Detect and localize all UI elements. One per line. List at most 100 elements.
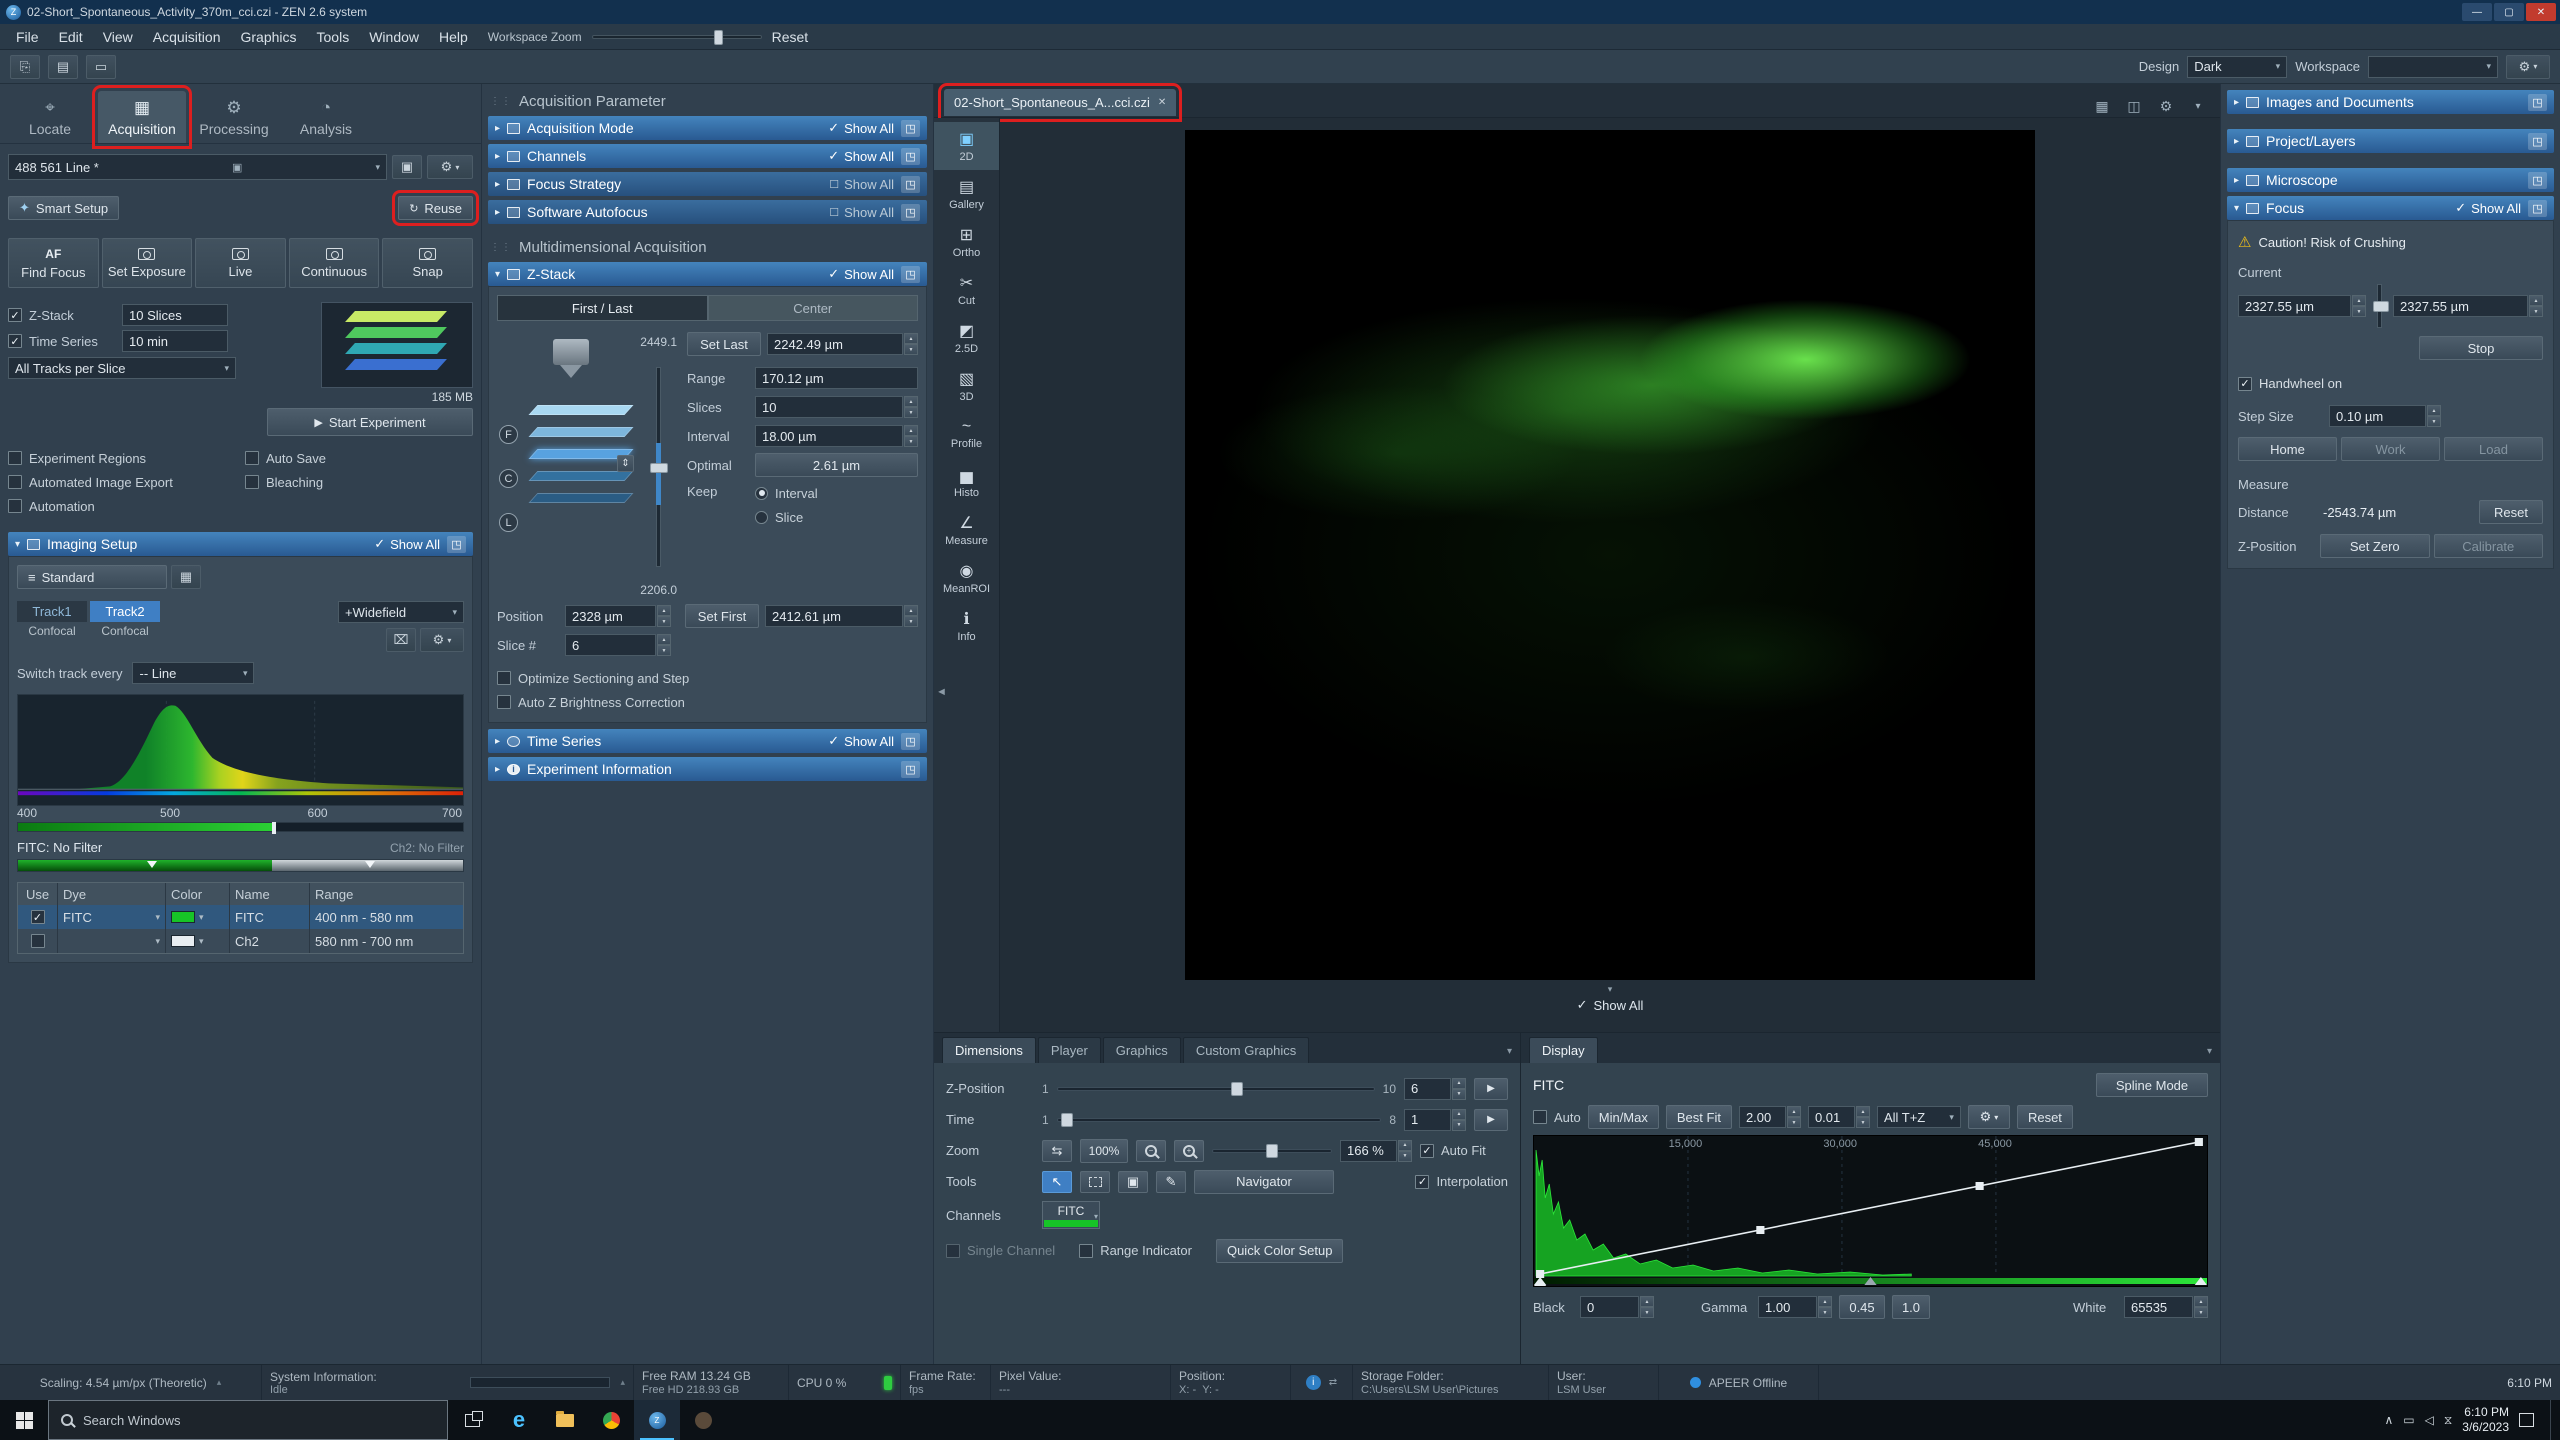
- set-zero-button[interactable]: Set Zero: [2320, 534, 2430, 558]
- tracks-per-slice-dropdown[interactable]: All Tracks per Slice: [8, 357, 236, 379]
- distance-reset-button[interactable]: Reset: [2479, 500, 2543, 524]
- popout-icon[interactable]: ◳: [901, 203, 920, 221]
- cursor-tool-button[interactable]: ↖: [1042, 1170, 1072, 1193]
- menu-edit[interactable]: Edit: [49, 27, 93, 47]
- menu-help[interactable]: Help: [429, 27, 478, 47]
- set-first-spinner[interactable]: 2412.61 µm: [765, 605, 918, 627]
- popout-icon[interactable]: ◳: [901, 760, 920, 778]
- single-channel-checkbox[interactable]: [946, 1243, 960, 1258]
- zposition-spinner[interactable]: 6: [1404, 1077, 1466, 1100]
- tab-processing[interactable]: ⚙ Processing: [190, 91, 278, 143]
- track-gear-button[interactable]: ⚙ ▾: [420, 628, 464, 652]
- tab-analysis[interactable]: ◔ Analysis: [282, 91, 370, 143]
- view-info[interactable]: ℹ Info: [934, 602, 999, 650]
- tray-network-icon[interactable]: ⧖: [2444, 1413, 2452, 1428]
- popout-icon[interactable]: ◳: [901, 175, 920, 193]
- set-exposure-button[interactable]: Set Exposure: [101, 238, 193, 288]
- gamma-spinner[interactable]: 1.00: [1758, 1296, 1832, 1318]
- calibrate-button[interactable]: Calibrate: [2433, 534, 2543, 558]
- optimize-sectioning-checkbox[interactable]: [497, 671, 511, 685]
- target-z-spinner[interactable]: 2327.55 µm: [2393, 295, 2543, 317]
- dropdown-icon[interactable]: ▾: [1507, 1046, 1512, 1063]
- splitter-collapse-icon[interactable]: ◄: [936, 686, 947, 698]
- set-first-button[interactable]: Set First: [685, 604, 759, 628]
- z-updown-button[interactable]: ⇕: [617, 455, 634, 472]
- zoom-out-button[interactable]: −: [1136, 1139, 1166, 1162]
- snapshot-icon[interactable]: ▣: [392, 155, 422, 179]
- set-last-button[interactable]: Set Last: [687, 332, 761, 356]
- dropdown-icon[interactable]: ▾: [2207, 1046, 2212, 1063]
- home-button[interactable]: Home: [2238, 437, 2337, 461]
- stop-button[interactable]: Stop: [2419, 336, 2543, 360]
- view-measure[interactable]: ∠ Measure: [934, 506, 999, 554]
- zoom-spinner[interactable]: 166 %: [1340, 1139, 1412, 1162]
- quick-color-setup-button[interactable]: Quick Color Setup: [1215, 1238, 1344, 1263]
- acquisition-mode-bar[interactable]: ▸ Acquisition Mode ✓ Show All ◳: [488, 116, 927, 140]
- zstack-slices-value[interactable]: 10 Slices: [122, 304, 228, 326]
- menu-view[interactable]: View: [93, 27, 143, 47]
- add-widefield-dropdown[interactable]: +Widefield: [338, 601, 464, 623]
- z-range-handle[interactable]: [650, 463, 668, 473]
- time-series-bar[interactable]: ▸ Time Series ✓ Show All ◳: [488, 729, 927, 753]
- popout-icon[interactable]: ◳: [901, 265, 920, 283]
- popout-icon[interactable]: ◳: [901, 119, 920, 137]
- overlay-tool-button[interactable]: ▣: [1118, 1170, 1148, 1193]
- workspace-zoom-reset[interactable]: Reset: [762, 27, 819, 47]
- reuse-button[interactable]: ↻ Reuse: [392, 190, 479, 226]
- zstack-tab-center[interactable]: Center: [707, 295, 918, 321]
- fitc-dye-dropdown[interactable]: FITC: [63, 910, 160, 925]
- tab-graphics[interactable]: Graphics: [1102, 1037, 1181, 1063]
- microscope-bar[interactable]: ▸ Microscope ◳: [2227, 168, 2554, 192]
- time-spinner[interactable]: 1: [1404, 1108, 1466, 1131]
- tab-display[interactable]: Display: [1529, 1037, 1598, 1063]
- smart-setup-button[interactable]: ✦ Smart Setup: [8, 196, 120, 220]
- display-reset-button[interactable]: Reset: [2016, 1105, 2073, 1129]
- close-document-icon[interactable]: ✕: [1158, 97, 1166, 108]
- trash-icon[interactable]: ⌧: [386, 628, 416, 652]
- task-view-button[interactable]: [448, 1400, 496, 1440]
- taskbar-browser[interactable]: [588, 1400, 634, 1440]
- histogram[interactable]: 15,000 30,000 45,000: [1533, 1135, 2208, 1287]
- minmax-button[interactable]: Min/Max: [1587, 1105, 1659, 1129]
- switch-track-dropdown[interactable]: -- Line: [132, 662, 255, 684]
- panel-layout-icon[interactable]: ▭: [86, 54, 116, 79]
- timeseries-duration-value[interactable]: 10 min: [122, 330, 228, 352]
- collapse-icon[interactable]: ▾: [1608, 984, 1613, 995]
- time-play-button[interactable]: ▶: [1474, 1108, 1508, 1131]
- taskbar-search[interactable]: Search Windows: [48, 1400, 448, 1440]
- dropdown-icon[interactable]: ▾: [2186, 95, 2210, 117]
- view-meanroi[interactable]: ◉ MeanROI: [934, 554, 999, 602]
- white-spinner[interactable]: 65535: [2124, 1296, 2208, 1318]
- auto-z-brightness-checkbox[interactable]: [497, 695, 511, 709]
- workspace-dropdown[interactable]: [2368, 55, 2498, 78]
- toggle-icon[interactable]: ⇄: [1329, 1377, 1337, 1388]
- experiment-regions-checkbox[interactable]: [8, 451, 22, 465]
- channel-row-fitc[interactable]: FITC ▾ FITC 400 nm - 580 nm: [18, 905, 463, 929]
- position-spinner[interactable]: 2328 µm: [565, 605, 671, 627]
- popout-icon[interactable]: ◳: [2528, 132, 2547, 150]
- tray-expand-icon[interactable]: ∧: [2384, 1413, 2393, 1427]
- track1-chip[interactable]: Track1: [17, 601, 87, 622]
- experiment-config-dropdown[interactable]: 488 561 Line * ▣: [8, 154, 387, 180]
- gamma-10-button[interactable]: 1.0: [1892, 1295, 1930, 1319]
- keep-interval-radio[interactable]: [755, 486, 768, 500]
- zoom-100-button[interactable]: 100%: [1080, 1138, 1128, 1163]
- view-ortho[interactable]: ⊞ Ortho: [934, 218, 999, 266]
- mode-standard-button[interactable]: ≡ Standard: [17, 565, 167, 589]
- timeseries-checkbox[interactable]: [8, 334, 22, 348]
- tile-view-icon[interactable]: ▦: [2090, 95, 2114, 117]
- first-slice-button[interactable]: F: [499, 425, 518, 444]
- snap-button[interactable]: Snap: [382, 238, 473, 288]
- minimize-button[interactable]: —: [2462, 3, 2492, 21]
- collapse-icon[interactable]: ▴: [217, 1377, 222, 1388]
- tab-dimensions[interactable]: Dimensions: [942, 1037, 1036, 1063]
- interpolation-checkbox[interactable]: [1415, 1174, 1430, 1189]
- view-3d[interactable]: ▧ 3D: [934, 362, 999, 410]
- experiment-information-bar[interactable]: ▸ i Experiment Information ◳: [488, 757, 927, 781]
- menu-tools[interactable]: Tools: [307, 27, 360, 47]
- menu-acquisition[interactable]: Acquisition: [143, 27, 231, 47]
- show-all-label[interactable]: Show All: [390, 537, 440, 552]
- tray-display-icon[interactable]: ▭: [2403, 1413, 2414, 1427]
- popout-icon[interactable]: ◳: [447, 535, 466, 553]
- taskbar-edge[interactable]: e: [496, 1400, 542, 1440]
